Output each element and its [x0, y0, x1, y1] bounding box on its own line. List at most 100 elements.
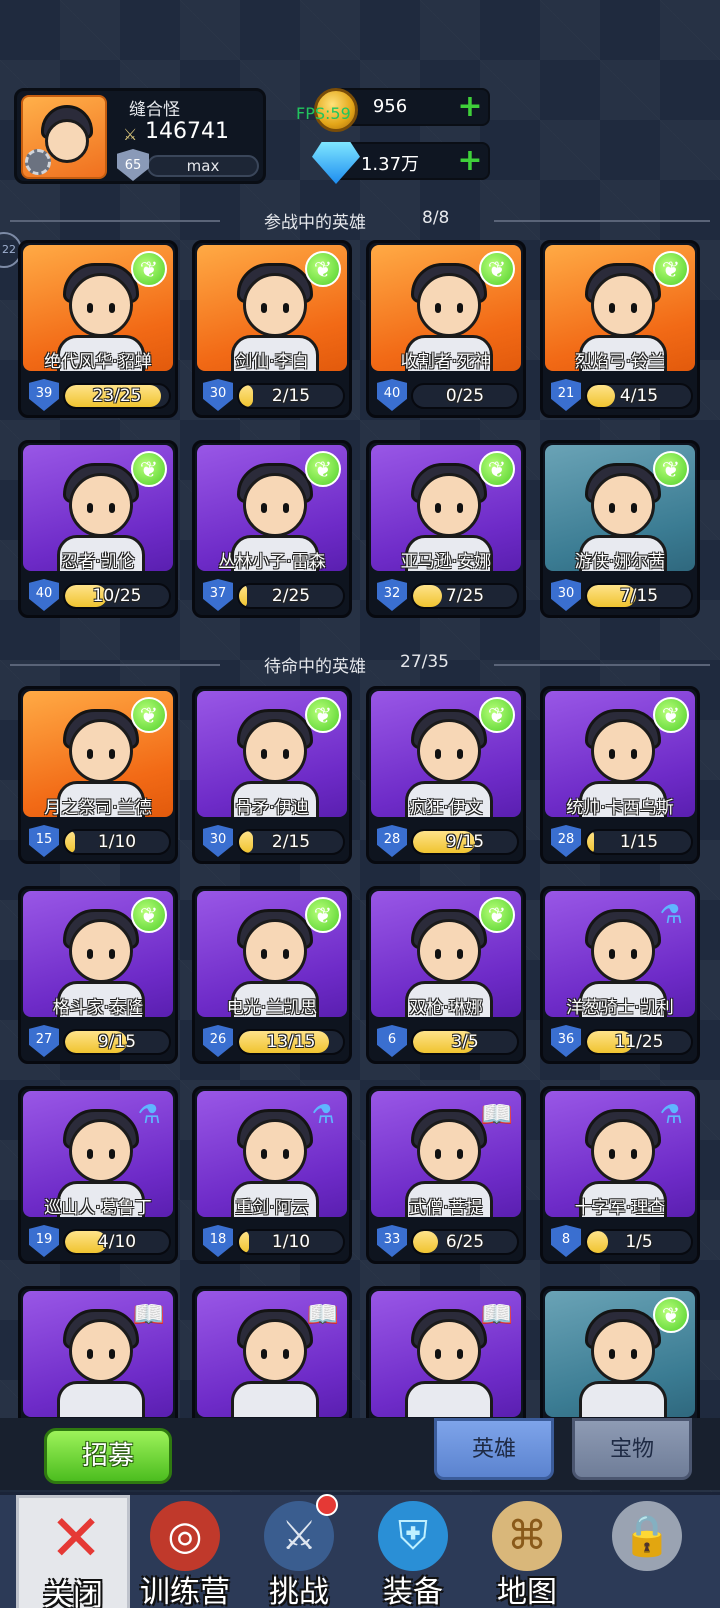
level-status: max: [147, 155, 259, 177]
gear-icon[interactable]: [25, 149, 51, 175]
hero-eye: [609, 949, 615, 959]
hero-progress-text: 6/25: [445, 1232, 485, 1252]
hero-card[interactable]: ❦ 游侠·娜尔茜 30 7/15: [540, 440, 700, 618]
standby-heroes-title: 待命中的英雄: [264, 657, 366, 677]
profile-panel[interactable]: 缝合怪 ⚔ 146741 max 65: [14, 88, 266, 184]
hero-progress-text: 13/15: [266, 1032, 316, 1052]
hero-portrait: ❦: [545, 1291, 695, 1417]
hero-level: 28: [551, 825, 581, 857]
hero-level: 37: [203, 579, 233, 611]
hero-progress-bar: 4/10: [63, 1229, 171, 1255]
hero-portrait: ❦ 月之祭司·兰德: [23, 691, 173, 817]
hero-name: 收割者·死神: [400, 352, 492, 371]
book-icon: 📖: [306, 1300, 340, 1330]
hero-card[interactable]: ❦ 格斗家·泰隆 27 9/15: [18, 886, 178, 1064]
hero-card[interactable]: ❦ 亚马逊·安娜 32 7/25: [366, 440, 526, 618]
hero-portrait: ❦ 统帅·卡西乌斯: [545, 691, 695, 817]
hero-eye: [261, 1149, 267, 1159]
hero-face: [69, 1119, 133, 1183]
tab-treasure[interactable]: 宝物: [572, 1418, 692, 1480]
hero-name: 电光·兰凯思: [226, 998, 318, 1017]
hero-eye: [631, 749, 637, 759]
hero-name: 十字军·理查: [574, 1198, 666, 1217]
add-gems-button[interactable]: +: [456, 146, 484, 176]
hero-card[interactable]: ❦ 疯狂·伊文 28 9/15: [366, 686, 526, 864]
nav-map[interactable]: ⌘ 地图: [470, 1495, 584, 1608]
hero-face: [417, 719, 481, 783]
hero-name: 骨矛·伊迪: [235, 798, 309, 817]
hero-portrait: ❦ 烈焰弓·铃兰: [545, 245, 695, 371]
avatar[interactable]: [21, 95, 107, 179]
hero-eye: [435, 503, 441, 513]
leaf-icon: ❦: [131, 897, 167, 933]
hero-name: 亚马逊·安娜: [400, 552, 492, 571]
hero-card[interactable]: ⚗ 重剑·阿云 18 1/10: [192, 1086, 352, 1264]
tab-heroes[interactable]: 英雄: [434, 1418, 554, 1480]
hero-card[interactable]: ❦ 剑仙·李白 30 2/15: [192, 240, 352, 418]
nav-equipment[interactable]: ⛨ 装备: [356, 1495, 470, 1608]
hero-portrait: ❦ 骨矛·伊迪: [197, 691, 347, 817]
hero-card[interactable]: ❦ 绝代风华·貂蝉 39 23/25: [18, 240, 178, 418]
hero-progress-text: 10/25: [92, 586, 142, 606]
hero-card[interactable]: ⚗ 巡山人·葛鲁丁 19 4/10: [18, 1086, 178, 1264]
hero-face: [69, 473, 133, 537]
leaf-icon: ❦: [653, 451, 689, 487]
hero-eye: [283, 503, 289, 513]
hero-face: [243, 1319, 307, 1383]
hero-card[interactable]: ❦ 骨矛·伊迪 30 2/15: [192, 686, 352, 864]
hero-face: [243, 1119, 307, 1183]
hero-card[interactable]: ⚗ 十字军·理查 8 1/5: [540, 1086, 700, 1264]
hero-progress-bar: 23/25: [63, 383, 171, 409]
hero-face: [69, 273, 133, 337]
hero-card[interactable]: ❦ 忍者·凯伦 40 10/25: [18, 440, 178, 618]
hero-progress-text: 1/15: [619, 832, 659, 852]
recruit-button[interactable]: 招募: [44, 1428, 172, 1484]
nav-locked[interactable]: 🔒: [590, 1495, 704, 1608]
hero-eye: [283, 1349, 289, 1359]
hero-face: [591, 273, 655, 337]
hero-eye: [283, 949, 289, 959]
hero-card[interactable]: ❦ 统帅·卡西乌斯 28 1/15: [540, 686, 700, 864]
standby-heroes-header: 待命中的英雄 27/35: [0, 650, 720, 680]
hero-progress-bar: 9/15: [411, 829, 519, 855]
hero-progress-text: 4/15: [619, 386, 659, 406]
book-icon: 📖: [480, 1100, 514, 1130]
hero-progress-bar: 11/25: [585, 1029, 693, 1055]
player-level: 65: [117, 149, 149, 181]
hero-progress-bar: 3/5: [411, 1029, 519, 1055]
hero-eye: [261, 949, 267, 959]
hero-card[interactable]: ❦ 烈焰弓·铃兰 21 4/15: [540, 240, 700, 418]
nav-close-label: 关闭: [43, 1578, 103, 1608]
hero-card[interactable]: ❦ 电光·兰凯思 26 13/15: [192, 886, 352, 1064]
hero-progress-text: 3/5: [451, 1032, 479, 1052]
leaf-icon: ❦: [131, 251, 167, 287]
hero-portrait: ❦ 剑仙·李白: [197, 245, 347, 371]
hero-portrait: 📖: [23, 1291, 173, 1417]
hero-name: 月之祭司·兰德: [44, 798, 152, 817]
book-icon: 📖: [480, 1300, 514, 1330]
nav-training-camp[interactable]: ◎ 训练营: [128, 1495, 242, 1608]
nav-close[interactable]: ✕ 关闭: [16, 1495, 130, 1608]
nav-challenge[interactable]: ⚔ 挑战: [242, 1495, 356, 1608]
standby-heroes-count: 27/35: [400, 652, 449, 672]
hero-eye: [261, 1349, 267, 1359]
hero-face: [591, 719, 655, 783]
hero-level: 18: [203, 1225, 233, 1257]
hero-card[interactable]: ❦ 收割者·死神 40 0/25: [366, 240, 526, 418]
hero-card[interactable]: ❦ 丛林小子·雷森 37 2/25: [192, 440, 352, 618]
avatar-face: [45, 119, 89, 163]
hero-eye: [631, 503, 637, 513]
add-gold-button[interactable]: +: [456, 92, 484, 122]
hero-eye: [109, 749, 115, 759]
hero-card[interactable]: 📖 武僧·菩提 33 6/25: [366, 1086, 526, 1264]
hero-card[interactable]: ❦ 月之祭司·兰德 15 1/10: [18, 686, 178, 864]
hero-card[interactable]: ❦ 双枪·琳娜 6 3/5: [366, 886, 526, 1064]
hero-progress-bar: 1/10: [63, 829, 171, 855]
hero-eye: [609, 749, 615, 759]
hero-level: 32: [377, 579, 407, 611]
leaf-icon: ❦: [479, 897, 515, 933]
hero-body: [231, 1381, 319, 1417]
hero-name: 游侠·娜尔茜: [574, 552, 666, 571]
hero-card[interactable]: ⚗ 洋葱骑士·凯利 36 11/25: [540, 886, 700, 1064]
hero-name: 巡山人·葛鲁丁: [44, 1198, 152, 1217]
